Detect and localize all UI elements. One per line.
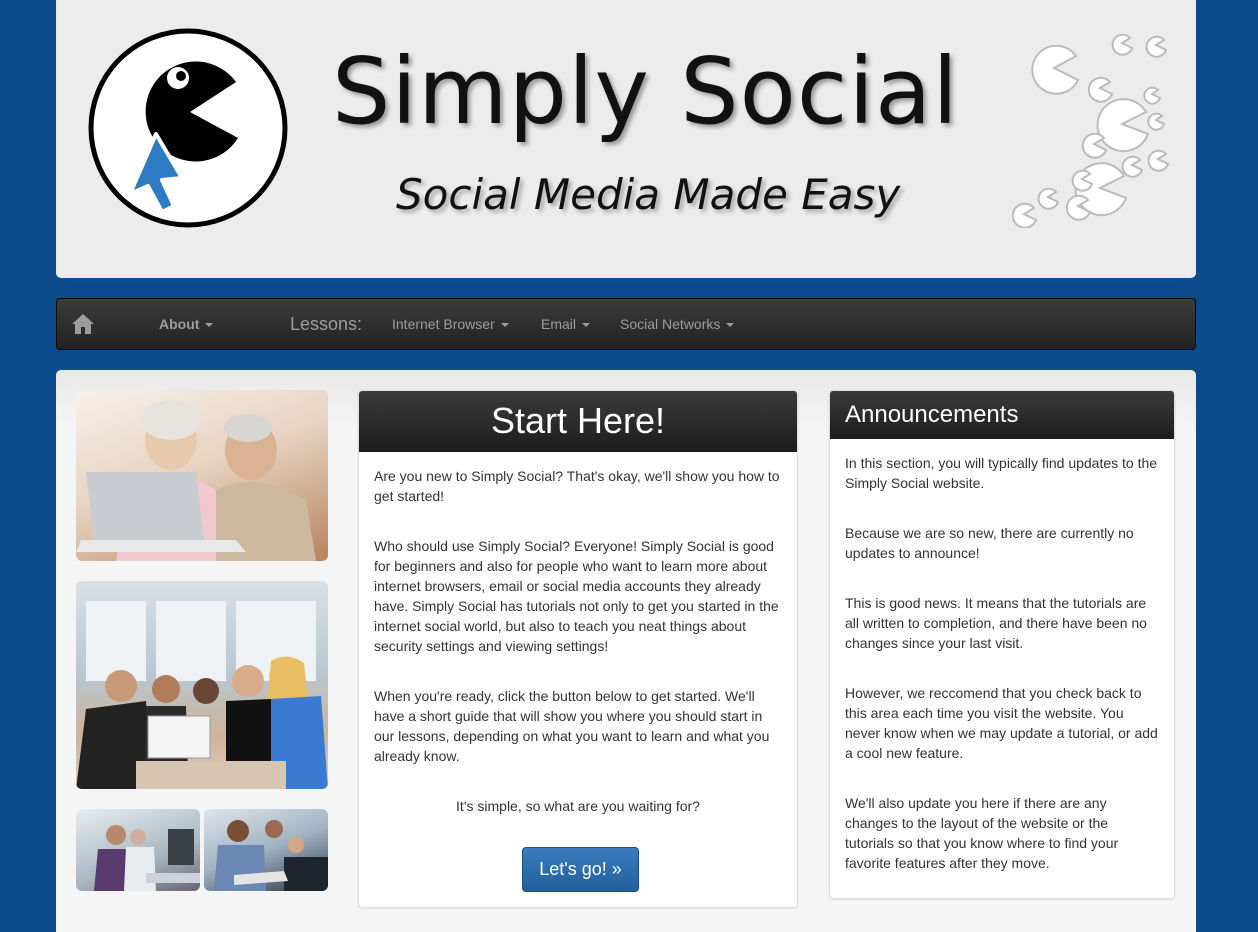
caret-down-icon xyxy=(582,323,591,328)
nav-social-networks-label: Social Networks xyxy=(620,316,721,332)
site-tagline: Social Media Made Easy xyxy=(396,170,901,219)
nav-internet-browser-label: Internet Browser xyxy=(392,316,495,332)
start-here-panel: Start Here! Are you new to Simply Social… xyxy=(358,390,798,908)
nav-social-networks-dropdown[interactable]: Social Networks xyxy=(620,299,735,349)
announcements-heading: Announcements xyxy=(830,391,1174,439)
announcement-paragraph: Because we are so new, there are current… xyxy=(845,525,1134,561)
photo-students-group xyxy=(76,581,328,789)
lets-go-button[interactable]: Let's go! » xyxy=(522,847,639,892)
start-paragraph: Are you new to Simply Social? That's oka… xyxy=(374,468,780,504)
home-icon[interactable] xyxy=(71,313,95,335)
simply-social-logo-icon xyxy=(88,28,288,228)
photo-seniors-laptop xyxy=(76,390,328,561)
nav-email-dropdown[interactable]: Email xyxy=(541,299,591,349)
announcement-paragraph: This is good news. It means that the tut… xyxy=(845,595,1147,651)
caret-down-icon xyxy=(205,323,214,328)
announcements-panel: Announcements In this section, you will … xyxy=(829,390,1175,899)
start-paragraph: When you're ready, click the button belo… xyxy=(374,688,770,764)
caret-down-icon xyxy=(500,323,509,328)
nav-email-label: Email xyxy=(541,316,577,332)
nav-internet-browser-dropdown[interactable]: Internet Browser xyxy=(392,299,509,349)
main-navbar: About Lessons: Internet Browser Email So… xyxy=(56,298,1196,350)
start-paragraph: Who should use Simply Social? Everyone! … xyxy=(374,538,779,654)
announcement-paragraph: In this section, you will typically find… xyxy=(845,455,1158,491)
start-here-heading: Start Here! xyxy=(359,391,797,452)
main-content: Start Here! Are you new to Simply Social… xyxy=(56,370,1196,932)
start-here-body: Are you new to Simply Social? That's oka… xyxy=(359,452,797,816)
photo-computer-lab xyxy=(76,809,200,891)
announcement-paragraph: However, we reccomend that you check bac… xyxy=(845,685,1158,761)
start-paragraph-cta: It's simple, so what are you waiting for… xyxy=(456,798,700,814)
site-header: Simply Social Social Media Made Easy xyxy=(56,0,1196,278)
nav-about-dropdown[interactable]: About xyxy=(159,299,214,349)
site-title: Simply Social xyxy=(332,38,959,145)
announcement-paragraph: We'll also update you here if there are … xyxy=(845,795,1119,871)
announcements-body: In this section, you will typically find… xyxy=(830,439,1174,873)
caret-down-icon xyxy=(726,323,735,328)
nav-lessons-label: Lessons: xyxy=(290,314,363,334)
pacman-decoration-icon xyxy=(1011,33,1170,228)
photo-teacher-students xyxy=(204,809,328,891)
nav-about-label: About xyxy=(159,316,200,332)
